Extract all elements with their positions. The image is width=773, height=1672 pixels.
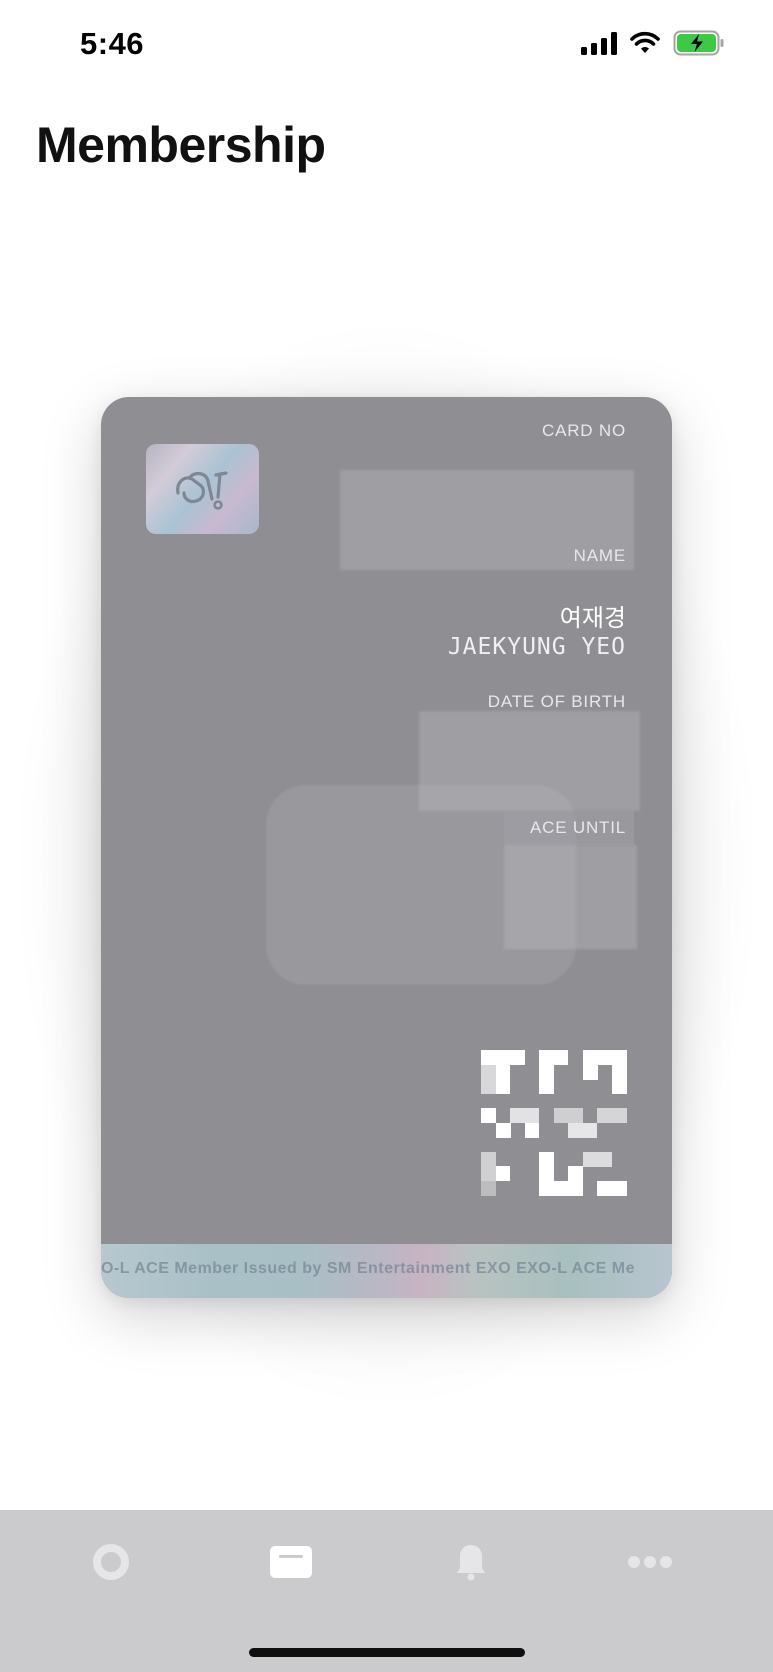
wifi-icon <box>630 31 660 53</box>
more-icon <box>628 1556 672 1568</box>
bell-icon <box>457 1545 485 1581</box>
tab-notifications[interactable] <box>436 1537 506 1587</box>
card-no-label: CARD NO <box>542 421 626 440</box>
tab-membership[interactable] <box>256 1537 326 1587</box>
page-title: Membership <box>36 117 326 173</box>
tab-home[interactable] <box>76 1537 146 1587</box>
membership-card[interactable]: CARD NO NAME 여재경 JAEKYUNG YEO DATE OF BI… <box>101 397 672 1298</box>
status-icons <box>581 30 725 56</box>
name-label: NAME <box>573 546 626 565</box>
card-icon <box>270 1546 312 1578</box>
home-indicator[interactable] <box>249 1648 525 1657</box>
name-english: JAEKYUNG YEO <box>447 634 626 660</box>
tab-more[interactable] <box>615 1537 685 1587</box>
ace-until-redacted <box>504 845 637 949</box>
card-ribbon: O-L ACE Member Issued by SM Entertainmen… <box>101 1244 672 1298</box>
ace-until-label: ACE UNTIL <box>530 818 626 837</box>
qr-code[interactable] <box>481 1050 627 1196</box>
circle-icon <box>93 1544 129 1580</box>
signal-icon <box>581 31 617 55</box>
name-korean: 여재경 <box>559 605 626 632</box>
status-bar: 5:46 <box>0 0 773 90</box>
status-time: 5:46 <box>80 26 145 61</box>
battery-charging-icon <box>673 30 724 56</box>
ribbon-text: O-L ACE Member Issued by SM Entertainmen… <box>101 1260 635 1277</box>
dob-label: DATE OF BIRTH <box>487 692 626 711</box>
sm-logo-icon <box>146 444 259 534</box>
